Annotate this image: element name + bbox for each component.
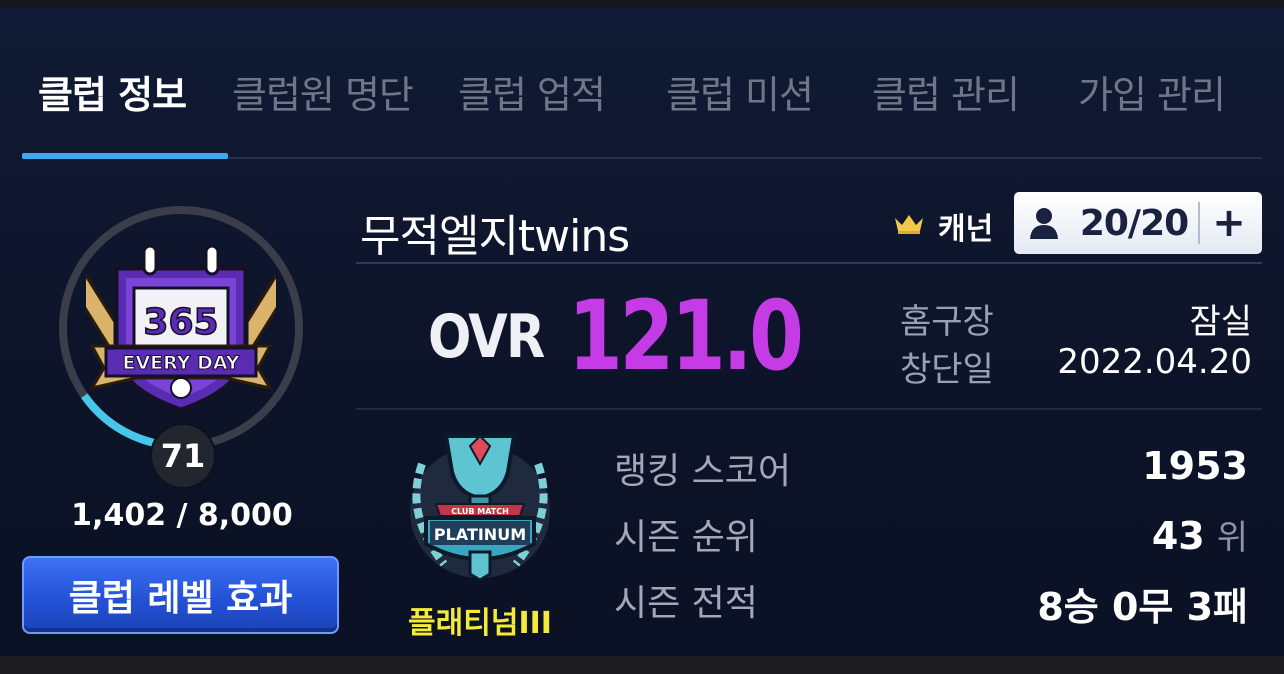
top-bar [0,0,1284,8]
bottom-bar [0,656,1284,674]
emblem-text: PLATINUM [434,525,526,544]
season-rank-unit: 위 [1216,518,1248,558]
badge-text: EVERY DAY [122,352,239,374]
season-rank-value: 43 [1151,514,1205,558]
season-rank: 43 위 [1152,510,1248,559]
club-level-effect-button[interactable]: 클럽 레벨 효과 [22,556,339,634]
platinum-tier-emblem-icon: CLUB MATCH PLATINUM [410,434,550,582]
tab-club-missions[interactable]: 클럽 미션 [666,64,814,119]
ranking-score-label: 랭킹 스코어 [614,451,792,492]
person-icon [1014,207,1074,239]
season-record-label: 시즌 전적 [614,583,758,624]
divider [356,408,1262,410]
club-level-value: 71 [150,423,216,489]
stadium-value: 잠실 [1189,302,1252,342]
tab-club-achievements[interactable]: 클럽 업적 [458,64,606,119]
stadium-label: 홈구장 [900,302,994,342]
season-record-value: 8승 0무 3패 [1037,585,1248,629]
club-name: 무적엘지twins [360,211,630,262]
tab-club-info[interactable]: 클럽 정보 [38,64,187,119]
club-exp: 1,402 / 8,000 [71,498,293,533]
ovr-label: OVR [428,302,545,372]
founded-value: 2022.04.20 [1057,342,1252,382]
tier-name: 플래티넘III [408,606,552,641]
member-count-box: 20/20 + [1014,192,1262,254]
tab-join-management[interactable]: 가입 관리 [1078,64,1226,119]
active-tab-indicator [22,153,228,159]
club-captain: 캐넌 [938,212,994,247]
emblem-top-text: CLUB MATCH [451,507,509,516]
tab-club-members[interactable]: 클럽원 명단 [232,64,414,119]
member-count: 20/20 [1079,202,1189,244]
ovr-value: 121.0 [568,280,804,392]
tab-club-management[interactable]: 클럽 관리 [872,64,1020,119]
badge-number: 365 [143,302,218,343]
divider [356,262,1262,264]
club-level-badge-icon: 365 EVERY DAY [86,244,276,413]
crown-icon [895,215,923,234]
season-rank-label: 시즌 순위 [614,517,758,558]
founded-label: 창단일 [900,350,994,390]
add-member-button[interactable]: + [1200,200,1258,246]
tab-bar: 클럽 정보 클럽원 명단 클럽 업적 클럽 미션 클럽 관리 가입 관리 [0,64,1284,134]
ranking-score-value: 1953 [1142,444,1248,488]
